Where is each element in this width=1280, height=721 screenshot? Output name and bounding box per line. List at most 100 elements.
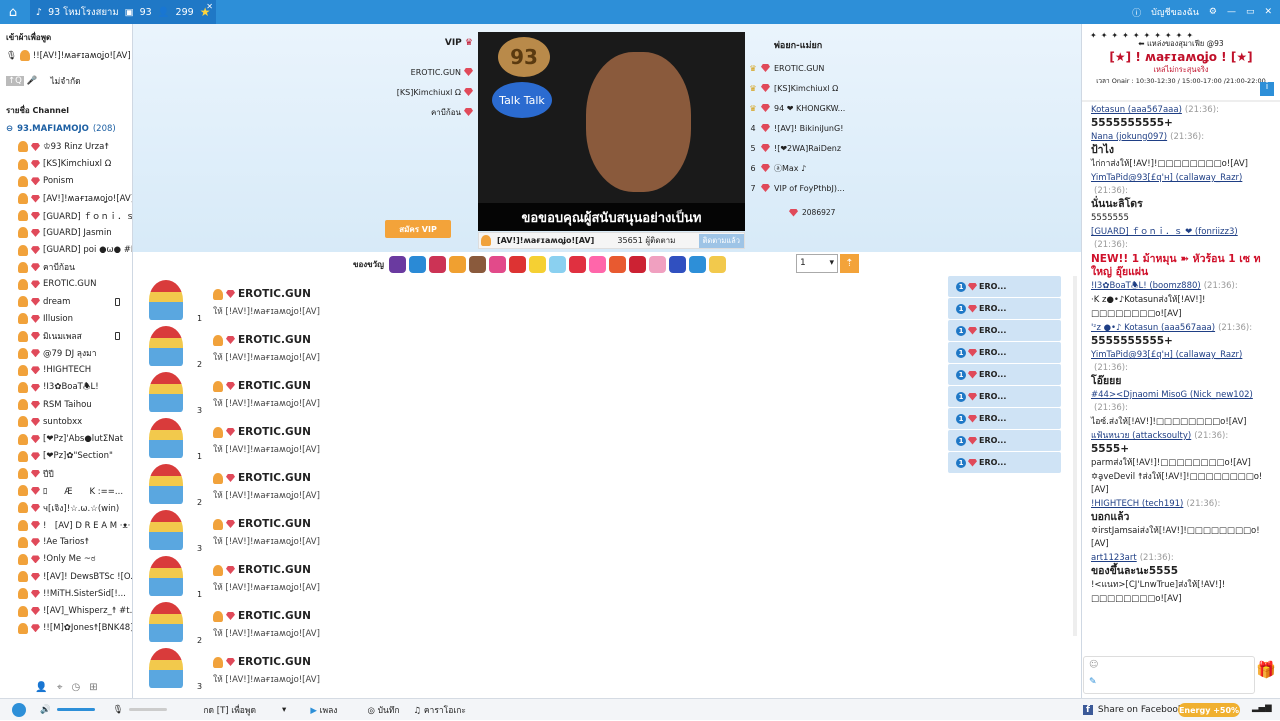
facebook-share[interactable]: f Share on Facebook — [1083, 699, 1183, 721]
chat-username[interactable]: !I3✿BoaT🕭L! (boomz880) — [1091, 281, 1201, 291]
host-name[interactable]: [AV!]!ʍaғɪaʍoʝo![AV] — [497, 236, 594, 245]
chat-username[interactable]: art1123art — [1091, 553, 1137, 563]
channel-user[interactable]: suntobxx — [0, 413, 132, 430]
clock-icon[interactable]: ◷ — [71, 682, 80, 693]
close-tab-icon[interactable]: ✕ — [206, 2, 213, 11]
gift-item-icon[interactable] — [608, 255, 626, 273]
gift-item-icon[interactable] — [548, 255, 566, 273]
channel-user[interactable]: ч[เจิง]!☆.ω.☆(win) — [0, 499, 132, 516]
channel-user[interactable]: Ponism — [0, 173, 132, 190]
channel-user[interactable]: EROTIC.GUN — [0, 276, 132, 293]
gift-item-icon[interactable] — [448, 255, 466, 273]
rank-row[interactable]: ♛ [KS]Kimchiuxl Ω — [749, 78, 889, 98]
chat-username[interactable]: 'ᶻz ●•♪ Kotasun (aaa567aaa) — [1091, 323, 1215, 333]
gift-item-icon[interactable] — [628, 255, 646, 273]
gift-notification[interactable]: 1 ERO... — [948, 386, 1061, 407]
help-icon[interactable] — [12, 702, 26, 717]
gift-item-icon[interactable] — [668, 255, 686, 273]
channel-user[interactable]: dream — [0, 293, 132, 310]
channel-user[interactable]: [KS]Kimchiuxl Ω — [0, 156, 132, 173]
feed-sender[interactable]: EROTIC.GUN — [213, 610, 311, 622]
gift-icon[interactable]: 🎁 — [1256, 660, 1276, 690]
gift-notification[interactable]: 1 ERO... — [948, 320, 1061, 341]
gift-item-icon[interactable] — [428, 255, 446, 273]
mute-mic-icon[interactable]: 🎤 — [27, 76, 38, 86]
rank-row[interactable]: 6 ⓐMax ♪ — [749, 158, 889, 178]
minimize-icon[interactable]: — — [1227, 7, 1236, 17]
gift-notification[interactable]: 1 ERO... — [948, 452, 1061, 473]
close-icon[interactable]: ✕ — [1264, 7, 1272, 17]
gift-notification[interactable]: 1 ERO... — [948, 364, 1061, 385]
vip-row[interactable]: EROTIC.GUN — [383, 62, 473, 82]
gift-item-icon[interactable] — [688, 255, 706, 273]
gift-item-icon[interactable] — [708, 255, 726, 273]
channel-user[interactable]: ปีปี — [0, 465, 132, 482]
channel-user[interactable]: ![AV]_Whisperz_☨ #t... — [0, 602, 132, 619]
gift-notification[interactable]: 1 ERO... — [948, 298, 1061, 319]
gift-notification[interactable]: 1 ERO... — [948, 342, 1061, 363]
vip-signup-button[interactable]: สมัคร VIP — [385, 220, 451, 238]
chat-username[interactable]: !HIGHTECH (tech191) — [1091, 499, 1183, 509]
gift-notification[interactable]: 1 ERO... — [948, 408, 1061, 429]
mic-volume-icon[interactable]: 🎙 — [113, 705, 124, 715]
live-video[interactable]: 93 Talk Talk ขอขอบคุณผู้สนับสนุนอย่างเป็… — [478, 32, 745, 231]
dropdown-icon[interactable]: ▾ — [282, 705, 286, 715]
chat-username[interactable]: [GUARD] ｆｏｎｉ．ｓ ❤ (fonriizz3) — [1091, 227, 1238, 237]
grid-icon[interactable]: ⊞ — [89, 682, 97, 693]
channel-user[interactable]: คาบีก้อน — [0, 259, 132, 276]
rank-row[interactable]: 4 ![AV]! BikiniJunG! — [749, 118, 889, 138]
channel-user[interactable]: !HIGHTECH — [0, 362, 132, 379]
gift-item-icon[interactable] — [508, 255, 526, 273]
gift-quantity-select[interactable]: 1 ▾ — [796, 254, 838, 273]
channel-user[interactable]: ![AV]! DewsBTSc ![O... — [0, 568, 132, 585]
feed-sender[interactable]: EROTIC.GUN — [213, 334, 311, 346]
rank-row[interactable]: ♛ EROTIC.GUN — [749, 58, 889, 78]
person-icon[interactable]: 👤 — [35, 682, 47, 693]
channel-user[interactable]: [GUARD] ｆｏｎｉ．ｓ ❤ — [0, 207, 132, 224]
gift-item-icon[interactable] — [488, 255, 506, 273]
volume-slider[interactable] — [56, 708, 95, 711]
channel-user[interactable]: มิเนมเพลส — [0, 327, 132, 344]
chat-username[interactable]: YimTaPid@93[£q'ʜ] (callaway_Razr) — [1091, 350, 1242, 360]
channel-user[interactable]: Illusion — [0, 310, 132, 327]
channel-user[interactable]: !I3✿BoaT🕭L! — [0, 379, 132, 396]
channel-user[interactable]: [GUARD] Jasmin — [0, 224, 132, 241]
gift-item-icon[interactable] — [408, 255, 426, 273]
feed-sender[interactable]: EROTIC.GUN — [213, 472, 311, 484]
karaoke-button[interactable]: ♫ คาราโอเกะ — [414, 703, 466, 717]
gift-item-icon[interactable] — [588, 255, 606, 273]
room-tab[interactable]: ♪ 93 โหมโรงสยาม ▣ 93 👤 299 ★ ✕ — [30, 0, 216, 24]
speaker-row[interactable]: 🎙 !![AV!]!ʍaғɪaʍoʝo![AV] — [0, 47, 132, 64]
gift-item-icon[interactable] — [468, 255, 486, 273]
gift-item-icon[interactable] — [528, 255, 546, 273]
queue-icon[interactable]: ↑Q — [6, 75, 24, 86]
channel-user[interactable]: !!MiTH.SisterSid[!... — [0, 585, 132, 602]
account-icon[interactable]: ⓘ — [1132, 6, 1141, 19]
rank-row[interactable]: ♛ 94 ❤ KHONGKW... — [749, 98, 889, 118]
maximize-icon[interactable]: ▭ — [1246, 7, 1255, 17]
channel-user[interactable]: ! [AV] D R E A M ·ᴥ· — [0, 517, 132, 534]
chat-username[interactable]: แฟ้นหนวย (attacksoulty) — [1091, 431, 1191, 441]
home-icon[interactable]: ⌂ — [0, 0, 26, 24]
feed-sender[interactable]: EROTIC.GUN — [213, 518, 311, 530]
feed-scrollbar[interactable] — [1073, 276, 1077, 636]
channel-header[interactable]: ⊖ 93.MAFIAMOJO (208) — [0, 120, 132, 138]
gift-item-icon[interactable] — [568, 255, 586, 273]
channel-user[interactable]: [❤Pz]'Abs●lutΣNat — [0, 431, 132, 448]
record-button[interactable]: ◎ บันทึก — [367, 703, 399, 717]
channel-user[interactable]: ♔93 Rinz Urza☨ — [0, 138, 132, 155]
rank-row[interactable]: 5 ![❤2WA]RaiDenz — [749, 138, 889, 158]
chat-username[interactable]: Kotasun (aaa567aaa) — [1091, 105, 1182, 115]
feed-sender[interactable]: EROTIC.GUN — [213, 288, 311, 300]
mute-row[interactable]: ↑Q 🎤 ไม่จำกัด — [0, 72, 132, 89]
rank-row[interactable]: 7 VIP of FoyPthbJ)... — [749, 178, 889, 198]
chat-username[interactable]: #44><Djnaomi MisoG (Nick_new102) — [1091, 390, 1253, 400]
send-gift-button[interactable]: ⇡ — [840, 254, 859, 273]
feed-sender[interactable]: EROTIC.GUN — [213, 426, 311, 438]
collapse-icon[interactable]: ⊖ — [6, 124, 13, 134]
speaker-icon[interactable]: 🔊 — [40, 705, 51, 715]
channel-user[interactable]: !Ae Tarios☨ — [0, 534, 132, 551]
mic-slider[interactable] — [129, 708, 168, 711]
gift-item-icon[interactable] — [388, 255, 406, 273]
channel-user[interactable]: ﾛ Æ K :==... — [0, 482, 132, 499]
